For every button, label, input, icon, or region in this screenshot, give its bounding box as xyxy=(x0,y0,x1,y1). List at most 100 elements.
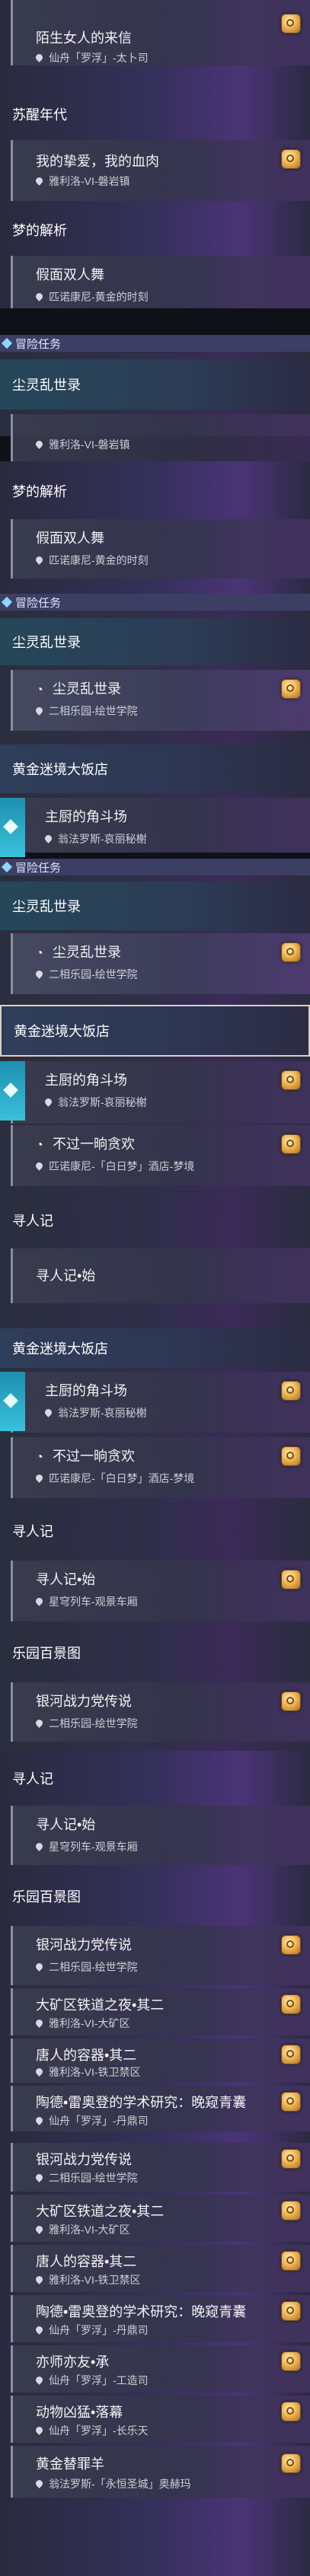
quest-title: 寻人记•始 xyxy=(36,1572,96,1587)
quest-item[interactable]: 唐人的容器•其二 雅利洛-VI-铁卫禁区 xyxy=(11,2245,310,2292)
group-header[interactable]: 寻人记 xyxy=(0,1507,310,1554)
group-header[interactable]: 梦的解析 xyxy=(0,468,310,514)
quest-item[interactable]: 陶德•雷奥登的学术研究：晚窥青囊 仙舟「罗浮」-丹鼎司 xyxy=(11,2086,310,2131)
quest-item[interactable]: ◔ 尘灵乱世录 二相乐园-绘世学院 xyxy=(11,670,310,731)
quest-item[interactable]: 主厨的角斗场 翁法罗斯-哀丽秘榭 xyxy=(0,1372,310,1433)
location-pin-icon xyxy=(34,175,44,186)
location-pin-icon xyxy=(34,1160,44,1171)
quest-item[interactable]: 陶德•雷奥登的学术研究：晚窥青囊 仙舟「罗浮」-丹鼎司 xyxy=(11,2295,310,2342)
quest-item[interactable]: 寻人记•始 星穹列车-观景车厢 xyxy=(11,1806,310,1865)
reward-badge-icon xyxy=(281,2402,301,2421)
quest-item[interactable]: 大矿区铁道之夜•其二 雅利洛-VI-大矿区 xyxy=(11,1988,310,2036)
reward-badge-icon xyxy=(281,2045,301,2064)
quest-item[interactable]: 大矿区铁道之夜•其二 雅利洛-VI-大矿区 xyxy=(11,2195,310,2242)
group-header[interactable]: 黄金迷境大饭店 xyxy=(0,1328,310,1368)
group-header[interactable]: 黄金迷境大饭店 xyxy=(0,744,310,793)
quest-item[interactable]: 假面双人舞 匹诺康尼-黄金的时刻 xyxy=(11,519,310,579)
quest-title: 主厨的角斗场 xyxy=(45,1383,127,1398)
group-header[interactable]: 寻人记 xyxy=(0,1197,310,1244)
quest-location: 二相乐园-绘世学院 xyxy=(49,705,138,717)
location-pin-icon xyxy=(34,705,44,716)
swirl-icon: ◔ xyxy=(36,684,43,697)
quest-location: 仙舟「罗浮」-长乐天 xyxy=(49,2425,149,2437)
location-pin-icon xyxy=(34,2066,44,2077)
quest-item[interactable]: ◔ 尘灵乱世录 二相乐园-绘世学院 xyxy=(11,933,310,994)
section-label: 冒险任务 xyxy=(0,859,310,875)
location-pin-icon xyxy=(34,554,44,565)
quest-item[interactable]: 银河战力党传说 二相乐园-绘世学院 xyxy=(11,1682,310,1742)
reward-badge-icon xyxy=(281,1134,301,1154)
location-pin-icon xyxy=(34,968,44,979)
quest-title: 银河战力党传说 xyxy=(36,1694,132,1709)
quest-location: 雅利洛-VI-大矿区 xyxy=(49,2224,130,2236)
reward-badge-icon xyxy=(281,2251,301,2271)
location-pin-icon xyxy=(34,438,44,449)
quest-location: 雅利洛-VI-磐岩镇 xyxy=(49,175,130,187)
quest-title: 假面双人舞 xyxy=(36,267,104,282)
diamond-icon xyxy=(1,596,13,608)
location-pin-icon xyxy=(34,2172,44,2182)
location-pin-icon xyxy=(34,2478,44,2488)
location-pin-icon xyxy=(34,291,44,301)
quest-list-screen: { "quests": { "stranger_letter": {"title… xyxy=(0,0,310,2576)
quest-location: 翁法罗斯-哀丽秘榭 xyxy=(58,1096,147,1108)
quest-item[interactable]: 寻人记•始 xyxy=(11,1248,310,1303)
quest-location: 二相乐园-绘世学院 xyxy=(49,968,138,980)
location-pin-icon xyxy=(34,2324,44,2335)
quest-location: 匹诺康尼-黄金的时刻 xyxy=(49,554,149,566)
quest-title: 不过一晌贪欢 xyxy=(53,1449,135,1464)
quest-title: 寻人记•始 xyxy=(36,1817,96,1832)
swirl-icon: ◔ xyxy=(36,947,43,960)
group-header[interactable]: 尘灵乱世录 xyxy=(0,359,310,410)
quest-location: 匹诺康尼-「白日梦」酒店-梦境 xyxy=(49,1472,195,1484)
location-pin-icon xyxy=(34,2017,44,2028)
group-header[interactable]: 乐园百景图 xyxy=(0,1629,310,1676)
section-label: 冒险任务 xyxy=(0,335,310,352)
quest-item[interactable]: 银河战力党传说 二相乐园-绘世学院 xyxy=(11,1926,310,1985)
quest-title: 唐人的容器•其二 xyxy=(36,2048,137,2063)
quest-location: 雅利洛-VI-铁卫禁区 xyxy=(49,2066,141,2078)
diamond-quest-icon xyxy=(0,1061,25,1121)
quest-title: 亦师亦友•承 xyxy=(36,2354,110,2370)
quest-title: 陶德•雷奥登的学术研究：晚窥青囊 xyxy=(36,2095,247,2110)
quest-title: 寻人记•始 xyxy=(36,1268,96,1283)
quest-item[interactable]: 主厨的角斗场 翁法罗斯-哀丽秘榭 xyxy=(0,798,310,857)
quest-item[interactable]: ◔ 不过一晌贪欢 匹诺康尼-「白日梦」酒店-梦境 xyxy=(11,1125,310,1186)
location-pin-icon xyxy=(34,2224,44,2234)
quest-item[interactable]: 陌生女人的来信 仙舟「罗浮」-太卜司 xyxy=(11,0,310,65)
quest-title: 不过一晌贪欢 xyxy=(53,1137,135,1152)
quest-title: 尘灵乱世录 xyxy=(53,945,121,960)
quest-item[interactable]: 亦师亦友•承 仙舟「罗浮」-工造司 xyxy=(11,2345,310,2393)
group-header[interactable]: 尘灵乱世录 xyxy=(0,618,310,665)
group-header[interactable]: 苏醒年代 xyxy=(0,91,310,137)
quest-item-partial[interactable]: 雅利洛-VI-磐岩镇 xyxy=(11,414,310,461)
quest-item[interactable]: 主厨的角斗场 翁法罗斯-哀丽秘榭 xyxy=(0,1061,310,1124)
quest-item[interactable]: 假面双人舞 匹诺康尼-黄金的时刻 xyxy=(11,256,310,308)
group-header[interactable]: 尘灵乱世录 xyxy=(0,882,310,930)
group-header[interactable]: 乐园百景图 xyxy=(0,1873,310,1920)
quest-location: 翁法罗斯-哀丽秘榭 xyxy=(58,1407,147,1419)
location-pin-icon xyxy=(34,1596,44,1606)
quest-location: 星穹列车-观景车厢 xyxy=(49,1596,138,1608)
quest-item[interactable]: 黄金替罪羊 翁法罗斯-「永恒圣城」奥赫玛 xyxy=(11,2446,310,2498)
quest-title: 假面双人舞 xyxy=(36,531,104,546)
quest-location: 仙舟「罗浮」-丹鼎司 xyxy=(49,2115,149,2127)
location-pin-icon xyxy=(43,833,53,843)
quest-item[interactable]: ◔ 不过一晌贪欢 匹诺康尼-「白日梦」酒店-梦境 xyxy=(11,1437,310,1498)
quest-location: 雅利洛-VI-大矿区 xyxy=(49,2017,130,2029)
quest-item[interactable]: 我的挚爱，我的血肉 雅利洛-VI-磐岩镇 xyxy=(11,140,310,201)
quest-location: 星穹列车-观景车厢 xyxy=(49,1841,138,1853)
diamond-quest-icon xyxy=(0,798,25,857)
location-pin-icon xyxy=(43,1407,53,1417)
quest-location: 仙舟「罗浮」-太卜司 xyxy=(49,52,149,64)
quest-title: 陌生女人的来信 xyxy=(36,30,132,46)
group-header[interactable]: 梦的解析 xyxy=(0,210,310,250)
quest-item[interactable]: 寻人记•始 星穹列车-观景车厢 xyxy=(11,1561,310,1621)
location-pin-icon xyxy=(34,1472,44,1483)
group-header[interactable]: 寻人记 xyxy=(0,1755,310,1802)
group-header-selected[interactable]: 黄金迷境大饭店 xyxy=(0,1005,310,1057)
quest-item[interactable]: 动物凶猛•落幕 仙舟「罗浮」-长乐天 xyxy=(11,2396,310,2443)
quest-item[interactable]: 唐人的容器•其二 雅利洛-VI-铁卫禁区 xyxy=(11,2039,310,2083)
quest-title: 动物凶猛•落幕 xyxy=(36,2405,123,2420)
quest-item[interactable]: 银河战力党传说 二相乐园-绘世学院 xyxy=(11,2143,310,2192)
